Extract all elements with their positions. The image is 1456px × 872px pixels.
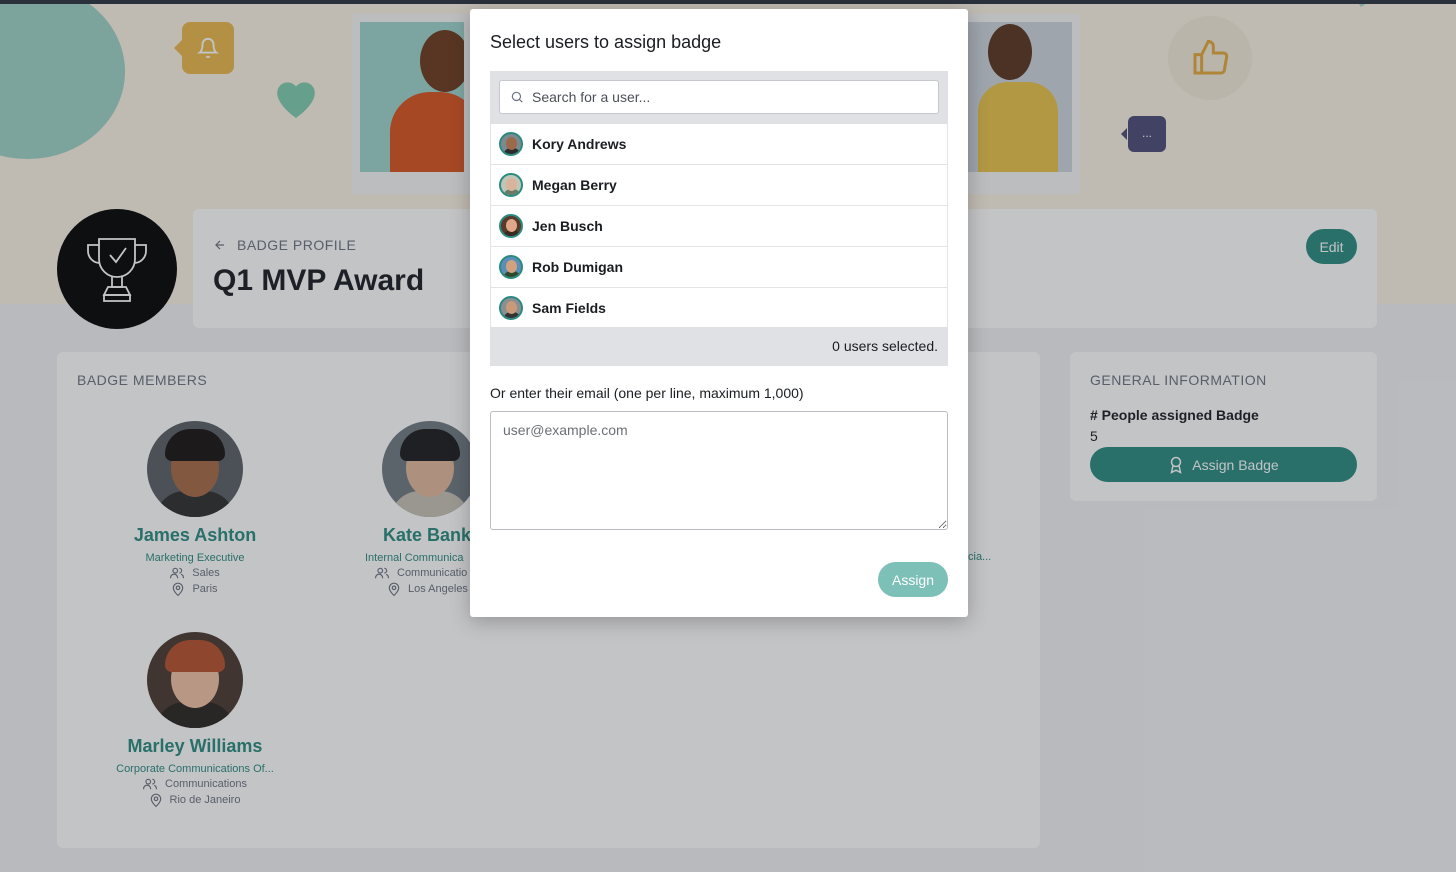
user-search-wrapper — [490, 71, 948, 124]
email-textarea[interactable] — [490, 411, 948, 530]
avatar — [499, 255, 523, 279]
avatar — [499, 296, 523, 320]
user-list-item[interactable]: Megan Berry — [491, 165, 947, 206]
selected-count: 0 users selected. — [490, 327, 948, 366]
avatar — [499, 132, 523, 156]
assign-button[interactable]: Assign — [878, 562, 948, 597]
user-name: Kory Andrews — [532, 136, 627, 152]
user-search-input[interactable] — [532, 89, 912, 105]
user-list-item[interactable]: Sam Fields — [491, 288, 947, 329]
user-name: Rob Dumigan — [532, 259, 623, 275]
modal-title: Select users to assign badge — [490, 32, 722, 52]
user-name: Jen Busch — [532, 218, 603, 234]
user-search-box[interactable] — [499, 80, 939, 114]
avatar — [499, 214, 523, 238]
user-list-item[interactable]: Jen Busch — [491, 206, 947, 247]
avatar — [499, 173, 523, 197]
email-label: Or enter their email (one per line, maxi… — [490, 385, 804, 401]
user-name: Megan Berry — [532, 177, 617, 193]
user-name: Sam Fields — [532, 300, 606, 316]
user-list: Kory Andrews Megan Berry Jen Busch Rob D… — [490, 124, 948, 329]
assign-badge-modal: Select users to assign badge Kory Andrew… — [470, 9, 968, 617]
search-icon — [511, 91, 523, 103]
user-list-item[interactable]: Kory Andrews — [491, 124, 947, 165]
user-list-item[interactable]: Rob Dumigan — [491, 247, 947, 288]
